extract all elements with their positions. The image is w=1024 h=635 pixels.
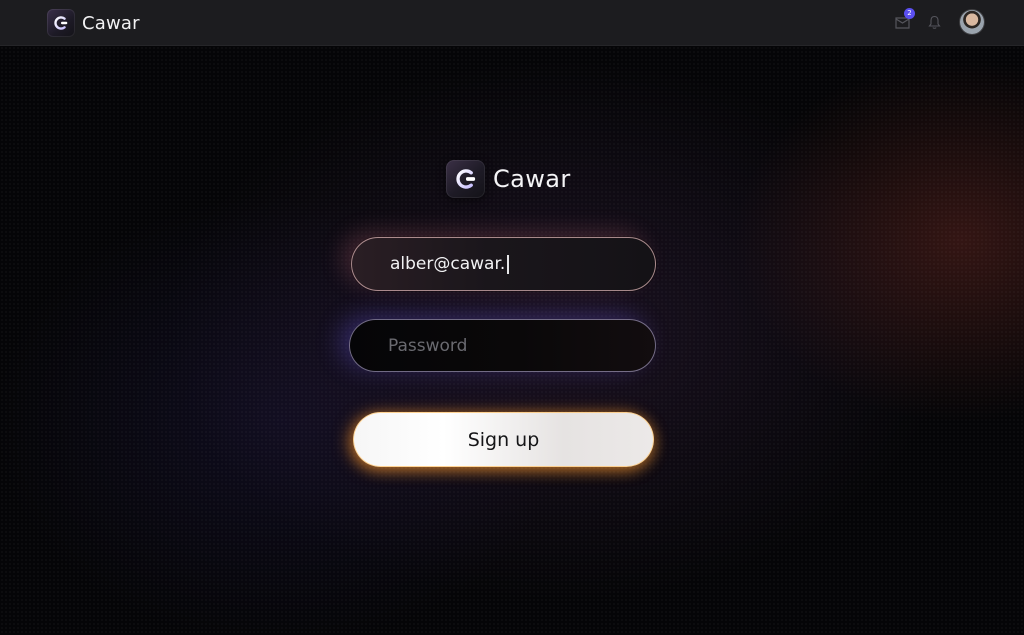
brand[interactable]: Cawar <box>47 9 140 37</box>
cawar-logo-icon <box>446 160 485 198</box>
text-cursor <box>507 254 509 274</box>
signup-button-label: Sign up <box>467 428 540 451</box>
top-bar: Cawar 2 <box>0 0 1024 46</box>
top-bar-actions: 2 <box>894 8 984 34</box>
notifications-button[interactable] <box>926 14 942 30</box>
password-field[interactable]: Password <box>349 319 656 372</box>
center-brand: Cawar <box>446 160 571 198</box>
signup-button[interactable]: Sign up <box>353 412 654 467</box>
email-value: alber@cawar. <box>390 254 506 274</box>
brand-name: Cawar <box>82 12 140 34</box>
cawar-logo-icon <box>47 9 75 37</box>
user-avatar[interactable] <box>960 10 984 34</box>
signup-page: Cawar 2 Cawar alber@cawar. Password Sign… <box>0 0 1024 635</box>
center-brand-name: Cawar <box>493 165 571 193</box>
password-placeholder: Password <box>388 335 468 356</box>
inbox-badge: 2 <box>904 8 915 19</box>
email-field[interactable]: alber@cawar. <box>351 237 656 291</box>
inbox-button[interactable]: 2 <box>894 8 915 30</box>
bell-icon <box>927 15 941 29</box>
